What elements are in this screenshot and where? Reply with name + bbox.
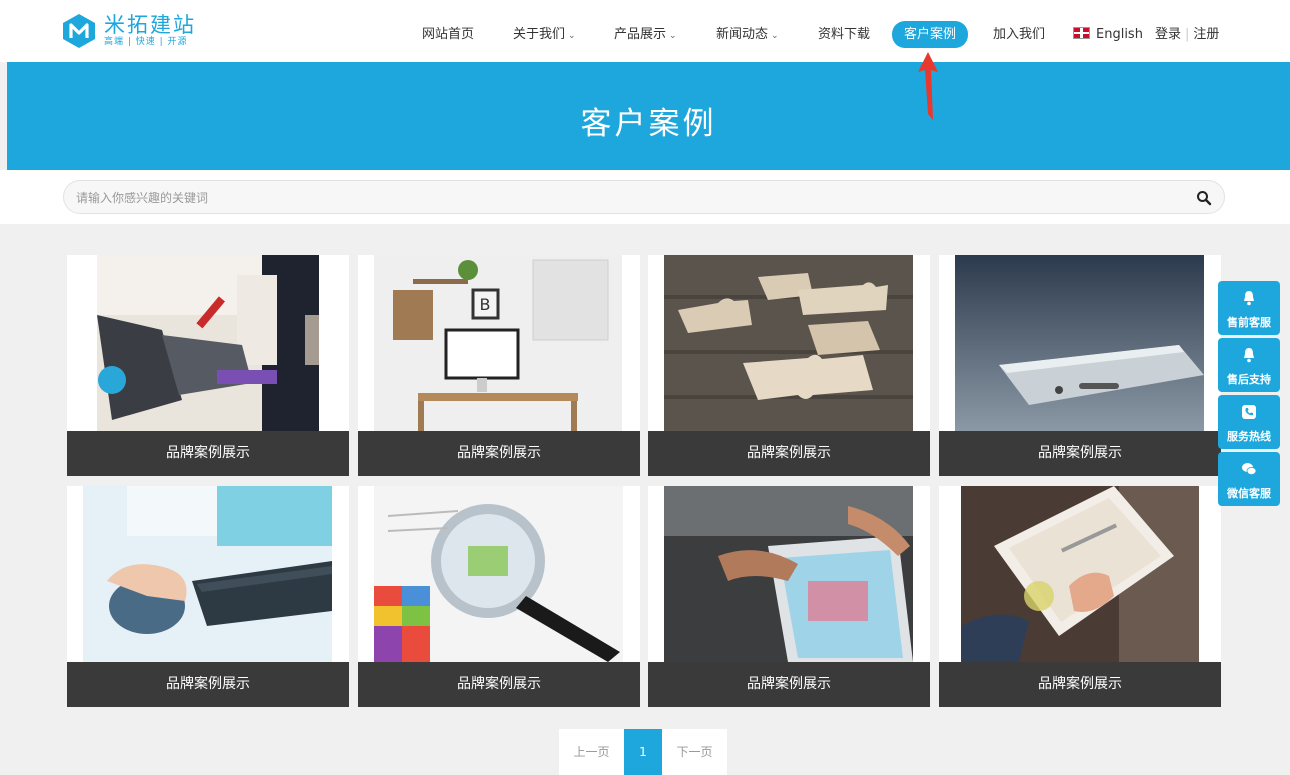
- case-image-phone: [939, 255, 1221, 431]
- case-card[interactable]: 品牌案例展示: [358, 486, 640, 707]
- site-logo[interactable]: 米拓建站 高端 | 快速 | 开源: [62, 13, 196, 49]
- bell-icon: [1244, 348, 1254, 363]
- case-card[interactable]: 品牌案例展示: [939, 255, 1221, 476]
- site-header: 米拓建站 高端 | 快速 | 开源 网站首页 关于我们 ⌄ 产品展示 ⌄ 新闻动态 ⌄…: [0, 0, 1290, 62]
- nav-item-cases[interactable]: 客户案例: [892, 21, 969, 48]
- nav-item-downloads[interactable]: 资料下载: [818, 20, 870, 50]
- case-caption: 品牌案例展示: [648, 662, 930, 707]
- search-icon[interactable]: [1196, 190, 1212, 206]
- page-title: 客户案例: [580, 106, 717, 142]
- case-image-tablet-hands: [648, 486, 930, 662]
- logo-name: 米拓建站: [104, 13, 196, 37]
- logo-m-icon: [63, 14, 95, 48]
- search-band: [0, 170, 1290, 224]
- case-image-laptop: [67, 255, 349, 431]
- wechat-icon: [1242, 463, 1257, 475]
- side-item-wechat[interactable]: 微信客服: [1218, 452, 1280, 506]
- case-card[interactable]: 品牌案例展示: [648, 486, 930, 707]
- auth-links: 登录 | 注册: [1155, 20, 1219, 50]
- pagination: 上一页 1 下一页: [559, 729, 727, 775]
- case-image-tablet-reading: [939, 486, 1221, 662]
- case-card[interactable]: 品牌案例展示: [67, 255, 349, 476]
- side-item-label: 售前客服: [1227, 316, 1271, 329]
- language-switch[interactable]: English: [1073, 20, 1143, 50]
- flag-icon: [1073, 27, 1090, 39]
- annotation-arrow-icon: [918, 52, 938, 120]
- case-image-desk: B: [358, 255, 640, 431]
- next-page-button[interactable]: 下一页: [662, 729, 727, 775]
- side-item-label: 微信客服: [1227, 487, 1271, 500]
- nav-item-home[interactable]: 网站首页: [422, 20, 474, 50]
- side-item-label: 服务热线: [1227, 430, 1271, 443]
- case-image-puzzle: [648, 255, 930, 431]
- side-service-bar: 售前客服 售后支持 服务热线 微信客服: [1218, 281, 1280, 509]
- page-banner: 客户案例: [7, 62, 1290, 170]
- side-item-aftersales[interactable]: 售后支持: [1218, 338, 1280, 392]
- case-caption: 品牌案例展示: [939, 662, 1221, 707]
- case-card[interactable]: 品牌案例展示: [939, 486, 1221, 707]
- prev-page-button[interactable]: 上一页: [559, 729, 624, 775]
- case-image-magnifier: [358, 486, 640, 662]
- case-caption: 品牌案例展示: [939, 431, 1221, 476]
- bell-icon: [1244, 291, 1254, 306]
- case-caption: 品牌案例展示: [358, 431, 640, 476]
- nav-item-news[interactable]: 新闻动态 ⌄: [716, 20, 779, 50]
- chevron-down-icon: ⌄: [771, 31, 779, 41]
- case-card[interactable]: B 品牌案例展示: [358, 255, 640, 476]
- side-item-hotline[interactable]: 服务热线: [1218, 395, 1280, 449]
- search-box: [63, 180, 1225, 214]
- login-link[interactable]: 登录: [1155, 27, 1181, 42]
- logo-slogan: 高端 | 快速 | 开源: [104, 37, 188, 47]
- case-caption: 品牌案例展示: [67, 431, 349, 476]
- page-number-current[interactable]: 1: [624, 729, 662, 775]
- nav-item-products[interactable]: 产品展示 ⌄: [614, 20, 677, 50]
- chevron-down-icon: ⌄: [568, 31, 576, 41]
- nav-item-join[interactable]: 加入我们: [993, 20, 1045, 50]
- register-link[interactable]: 注册: [1193, 27, 1219, 42]
- case-card[interactable]: 品牌案例展示: [648, 255, 930, 476]
- svg-text:B: B: [480, 295, 491, 314]
- nav-item-about[interactable]: 关于我们 ⌄: [513, 20, 576, 50]
- case-card[interactable]: 品牌案例展示: [67, 486, 349, 707]
- case-caption: 品牌案例展示: [648, 431, 930, 476]
- divider: |: [1185, 27, 1190, 42]
- case-caption: 品牌案例展示: [67, 662, 349, 707]
- chevron-down-icon: ⌄: [669, 31, 677, 41]
- side-item-presales[interactable]: 售前客服: [1218, 281, 1280, 335]
- case-image-mouse: [67, 486, 349, 662]
- phone-icon: [1242, 405, 1256, 419]
- case-caption: 品牌案例展示: [358, 662, 640, 707]
- side-item-label: 售后支持: [1227, 373, 1271, 386]
- search-input[interactable]: [76, 187, 1186, 209]
